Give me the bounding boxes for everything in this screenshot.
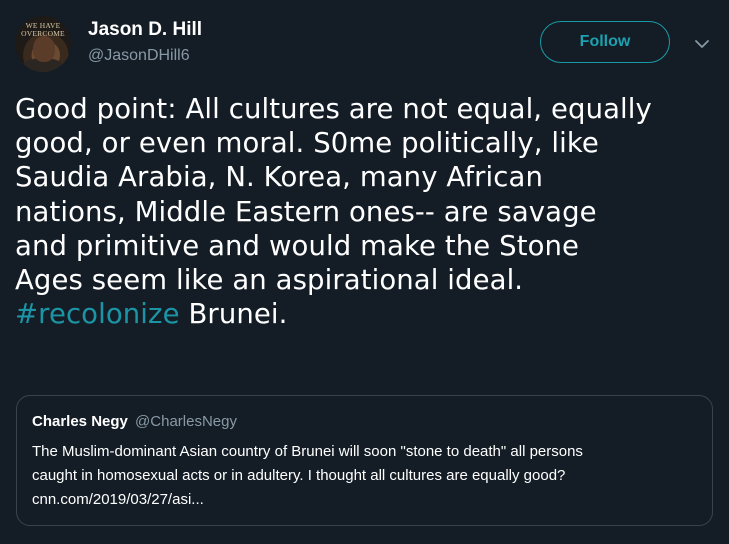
quoted-tweet-line: The Muslim-dominant Asian country of Bru… — [32, 443, 583, 460]
tweet-line: good, or even moral. S0me politically, l… — [15, 127, 599, 160]
quoted-tweet-line: caught in homosexual acts or in adultery… — [32, 467, 566, 484]
author-display-name[interactable]: Jason D. Hill — [88, 19, 202, 41]
tweet-line: Saudia Arabia, N. Korea, many African — [15, 161, 543, 194]
hashtag-link[interactable]: #recolonize — [15, 298, 180, 330]
tweet-line: Good point: All cultures are not equal, … — [15, 93, 652, 125]
quoted-tweet-card[interactable]: Charles Negy @CharlesNegy The Muslim-dom… — [16, 395, 713, 526]
avatar-face — [33, 36, 55, 62]
author-handle[interactable]: @JasonDHill6 — [88, 47, 190, 65]
quoted-tweet-header: Charles Negy @CharlesNegy — [32, 413, 237, 430]
tweet-line: and primitive and would make the Stone — [15, 229, 580, 262]
follow-button[interactable]: Follow — [540, 21, 670, 63]
avatar[interactable]: WE HAVE OVERCOME — [15, 16, 71, 72]
more-options-button[interactable] — [690, 34, 714, 54]
chevron-down-icon — [695, 40, 709, 48]
quoted-tweet-link: cnn.com/2019/03/27/asi... — [32, 491, 204, 508]
tweet-line-tail: Brunei. — [179, 298, 288, 331]
tweet-text: Good point: All cultures are not equal, … — [15, 92, 720, 331]
tweet-line: Ages seem like an aspirational ideal. — [15, 264, 524, 297]
quoted-author-name: Charles Negy — [32, 413, 128, 430]
quoted-author-handle: @CharlesNegy — [135, 413, 237, 430]
tweet-line: nations, Middle Eastern ones-- are savag… — [15, 195, 597, 228]
quoted-tweet-text: The Muslim-dominant Asian country of Bru… — [32, 440, 702, 512]
tweet-last-line: #recolonize Brunei. — [15, 297, 720, 331]
